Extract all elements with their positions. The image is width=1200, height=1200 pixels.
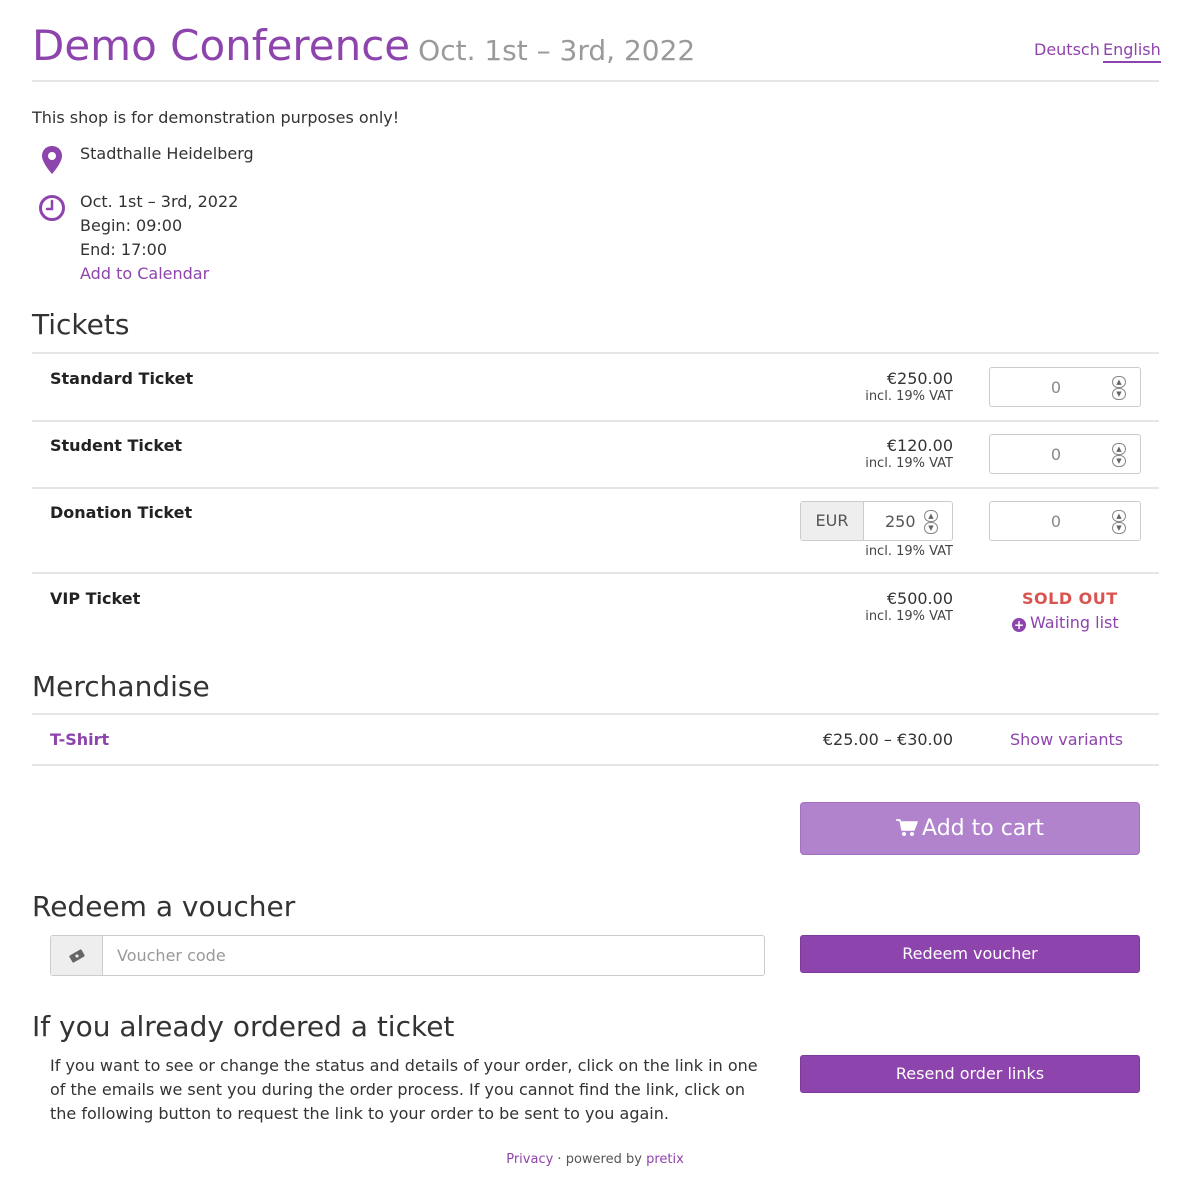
already-ordered-heading: If you already ordered a ticket	[32, 1010, 455, 1043]
header-divider	[32, 80, 1159, 82]
chevron-down-icon[interactable]: ▼	[1112, 522, 1126, 534]
ticket-price-standard: €250.00	[886, 369, 953, 388]
footer: Privacy · powered by pretix	[0, 1152, 1190, 1167]
chevron-up-icon[interactable]: ▲	[1112, 376, 1126, 388]
sold-out-badge: SOLD OUT	[1022, 589, 1118, 608]
event-begin-time: Begin: 09:00	[80, 216, 183, 235]
donation-amount-input[interactable]: EUR 250 ▲ ▼	[800, 501, 953, 541]
currency-addon: EUR	[801, 502, 864, 540]
chevron-down-icon[interactable]: ▼	[924, 522, 938, 534]
merch-price-tshirt: €25.00 – €30.00	[822, 730, 953, 749]
show-variants-link[interactable]: Show variants	[1010, 730, 1123, 749]
ticket-vat-standard: incl. 19% VAT	[865, 389, 953, 404]
voucher-code-input[interactable]	[104, 936, 764, 975]
demo-notice: This shop is for demonstration purposes …	[32, 108, 400, 127]
amount-spinner[interactable]: ▲ ▼	[924, 510, 938, 534]
quantity-input-donation[interactable]: 0 ▲ ▼	[989, 501, 1141, 541]
merch-name-tshirt[interactable]: T-Shirt	[50, 730, 109, 749]
tickets-divider	[32, 352, 1159, 354]
merch-bottom-divider	[32, 764, 1159, 766]
waiting-list-link[interactable]: + Waiting list	[1012, 613, 1119, 632]
ticket-name-standard: Standard Ticket	[50, 369, 194, 388]
privacy-link[interactable]: Privacy	[506, 1152, 553, 1167]
row-divider	[32, 487, 1159, 489]
already-ordered-text: If you want to see or change the status …	[50, 1056, 758, 1123]
footer-separator: · powered by	[553, 1152, 647, 1167]
quantity-value: 0	[1050, 378, 1062, 397]
chevron-down-icon[interactable]: ▼	[1112, 388, 1126, 400]
donation-amount-value: 250	[885, 512, 916, 531]
shopping-cart-icon	[896, 819, 918, 836]
ticket-name-vip: VIP Ticket	[50, 589, 141, 608]
language-deutsch-link[interactable]: Deutsch	[1034, 40, 1100, 59]
add-to-calendar-link[interactable]: Add to Calendar	[80, 264, 209, 283]
ticket-vat-donation: incl. 19% VAT	[865, 544, 953, 559]
quantity-value: 0	[1050, 445, 1062, 464]
redeem-voucher-button[interactable]: Redeem voucher	[800, 935, 1140, 973]
chevron-up-icon[interactable]: ▲	[924, 510, 938, 522]
tickets-heading: Tickets	[32, 308, 130, 341]
add-to-cart-button[interactable]: Add to cart	[800, 802, 1140, 855]
quantity-value: 0	[1050, 512, 1062, 531]
plus-circle-icon: +	[1012, 618, 1026, 632]
voucher-heading: Redeem a voucher	[32, 890, 296, 923]
row-divider	[32, 572, 1159, 574]
add-to-cart-label: Add to cart	[922, 816, 1044, 841]
chevron-up-icon[interactable]: ▲	[1112, 510, 1126, 522]
location-pin-icon	[42, 146, 62, 174]
quantity-spinner[interactable]: ▲ ▼	[1112, 510, 1126, 534]
voucher-field[interactable]	[50, 935, 765, 976]
event-title: Demo Conference Oct. 1st – 3rd, 2022	[32, 20, 695, 77]
resend-order-links-button[interactable]: Resend order links	[800, 1055, 1140, 1093]
event-date: Oct. 1st – 3rd, 2022	[80, 192, 239, 211]
quantity-spinner[interactable]: ▲ ▼	[1112, 443, 1126, 467]
row-divider	[32, 420, 1159, 422]
waiting-list-label: Waiting list	[1030, 613, 1119, 632]
clock-icon	[39, 195, 65, 221]
chevron-up-icon[interactable]: ▲	[1112, 443, 1126, 455]
merch-divider	[32, 713, 1159, 715]
event-date-range: Oct. 1st – 3rd, 2022	[418, 34, 696, 67]
ticket-name-student: Student Ticket	[50, 436, 183, 455]
pretix-link[interactable]: pretix	[646, 1152, 684, 1167]
quantity-spinner[interactable]: ▲ ▼	[1112, 376, 1126, 400]
ticket-price-student: €120.00	[886, 436, 953, 455]
language-english-link[interactable]: English	[1103, 40, 1161, 63]
ticket-vat-student: incl. 19% VAT	[865, 456, 953, 471]
ticket-vat-vip: incl. 19% VAT	[865, 609, 953, 624]
ticket-name-donation: Donation Ticket	[50, 503, 193, 522]
ticket-icon	[51, 936, 103, 975]
chevron-down-icon[interactable]: ▼	[1112, 455, 1126, 467]
event-name: Demo Conference	[32, 21, 411, 70]
quantity-input-standard[interactable]: 0 ▲ ▼	[989, 367, 1141, 407]
event-end-time: End: 17:00	[80, 240, 167, 259]
event-location: Stadthalle Heidelberg	[80, 144, 254, 163]
merchandise-heading: Merchandise	[32, 670, 210, 703]
quantity-input-student[interactable]: 0 ▲ ▼	[989, 434, 1141, 474]
ticket-price-vip: €500.00	[886, 589, 953, 608]
